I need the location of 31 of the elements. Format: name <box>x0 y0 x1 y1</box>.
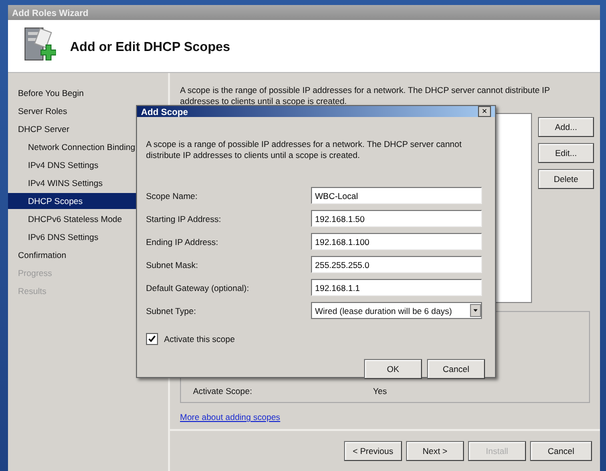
page-title: Add or Edit DHCP Scopes <box>70 38 230 54</box>
checkbox[interactable] <box>146 333 158 345</box>
wizard-button[interactable]: < Previous <box>344 441 402 461</box>
input-field[interactable]: 192.168.1.50 <box>311 210 482 227</box>
dialog-title: Add Scope <box>141 106 188 116</box>
close-button[interactable]: × <box>478 106 491 117</box>
dialog-button[interactable]: OK <box>364 359 422 379</box>
subnet-type-dropdown[interactable]: Wired (lease duration will be 6 days) <box>311 302 482 319</box>
checkbox-label: Activate this scope <box>164 334 235 344</box>
field-label: Default Gateway (optional): <box>146 282 250 292</box>
scope-button[interactable]: Delete <box>538 169 594 189</box>
input-field[interactable]: 255.255.255.0 <box>311 256 482 273</box>
input-field[interactable]: 192.168.1.1 <box>311 279 482 296</box>
field-label: Starting IP Address: <box>146 214 222 224</box>
wizard-button[interactable]: Cancel <box>530 441 592 461</box>
field-label: Subnet Type: <box>146 306 197 316</box>
dialog-button[interactable]: Cancel <box>427 359 485 379</box>
help-link[interactable]: More about adding scopes <box>180 412 280 422</box>
description-text: A scope is the range of possible IP addresses for a network. The DHCP server cannot distribute IP addresses to clients until a scope is created. <box>180 85 551 107</box>
field-label: Subnet Mask: <box>146 260 199 270</box>
property-label: Activate Scope: <box>193 386 254 396</box>
input-field[interactable]: WBC-Local <box>311 187 482 204</box>
wizard-button[interactable]: Next > <box>406 441 464 461</box>
sidebar-item[interactable]: Before You Begin <box>8 85 168 101</box>
dialog-description: A scope is a range of possible IP addresses for a network. The DHCP server cannot distribute IP addresses to clients until a scope is created. <box>146 139 463 161</box>
window-title: Add Roles Wizard <box>8 5 600 20</box>
property-value: Yes <box>373 386 387 396</box>
field-label: Ending IP Address: <box>146 236 220 246</box>
scope-button[interactable]: Add... <box>538 117 594 137</box>
input-field[interactable]: 192.168.1.100 <box>311 233 482 250</box>
scope-button[interactable]: Edit... <box>538 143 594 163</box>
